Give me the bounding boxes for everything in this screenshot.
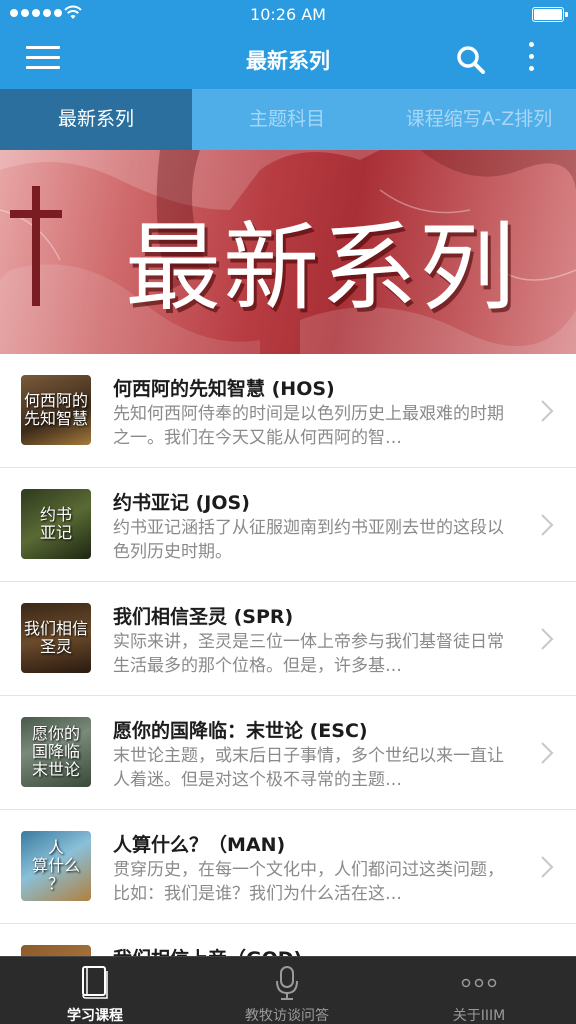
page-title: 最新系列 xyxy=(246,49,330,73)
course-title: 愿你的国降临：末世论 (ESC) xyxy=(113,720,368,742)
segment-tabs: 最新系列 主题科目 课程缩写A-Z排列 xyxy=(0,89,576,150)
bottom-tab-label: 关于IIIM xyxy=(452,1008,506,1024)
status-time: 10:26 AM xyxy=(250,5,326,24)
chevron-right-icon xyxy=(541,400,554,422)
course-thumbnail: 愿你的 国降临 末世论 xyxy=(21,717,91,787)
course-title: 我们相信上帝（GOD) xyxy=(113,944,302,956)
course-title: 人算什么？（MAN) xyxy=(113,834,286,856)
course-thumbnail: 我们相信 圣灵 xyxy=(21,603,91,673)
tab-a-z[interactable]: 课程缩写A-Z排列 xyxy=(382,89,576,150)
list-item[interactable]: 我们相信上帝（GOD) xyxy=(0,924,576,956)
chevron-right-icon xyxy=(541,514,554,536)
banner-title: 最新系列 xyxy=(125,212,517,324)
list-item[interactable]: 愿你的 国降临 末世论 愿你的国降临：末世论 (ESC) 末世论主题，或末后日子… xyxy=(0,696,576,810)
bottom-tab-label: 学习课程 xyxy=(67,1008,123,1024)
more-vertical-icon[interactable] xyxy=(522,42,540,76)
tab-latest-series[interactable]: 最新系列 xyxy=(0,89,192,150)
cross-icon xyxy=(32,186,40,306)
course-thumbnail: 人 算什么 ？ xyxy=(21,831,91,901)
course-description: 约书亚记涵括了从征服迦南到约书亚刚去世的这段以色列历史时期。 xyxy=(113,518,504,562)
course-thumbnail xyxy=(21,945,91,956)
bottom-tab-bar: 学习课程 教牧访谈问答 关于IIIM xyxy=(0,956,576,1024)
status-bar: 10:26 AM xyxy=(0,0,576,30)
search-icon[interactable] xyxy=(455,44,487,76)
list-item[interactable]: 何西阿的 先知智慧 何西阿的先知智慧 (HOS) 先知何西阿侍奉的时间是以色列历… xyxy=(0,354,576,468)
course-description: 实际来讲，圣灵是三位一体上帝参与我们基督徒日常生活最多的那个位格。但是，许多基… xyxy=(113,632,504,676)
list-item[interactable]: 我们相信 圣灵 我们相信圣灵 (SPR) 实际来讲，圣灵是三位一体上帝参与我们基… xyxy=(0,582,576,696)
course-description: 贯穿历史，在每一个文化中，人们都问过这类问题，比如：我们是谁？我们为什么活在这… xyxy=(113,860,504,904)
banner-image: 最新系列 xyxy=(0,150,576,354)
course-list: 何西阿的 先知智慧 何西阿的先知智慧 (HOS) 先知何西阿侍奉的时间是以色列历… xyxy=(0,354,576,956)
list-item[interactable]: 约书 亚记 约书亚记 (JOS) 约书亚记涵括了从征服迦南到约书亚刚去世的这段以… xyxy=(0,468,576,582)
chevron-right-icon xyxy=(541,628,554,650)
bottom-tab-label: 教牧访谈问答 xyxy=(245,1008,329,1024)
bottom-tab-about[interactable]: 关于IIIM xyxy=(414,957,544,1024)
course-thumbnail: 何西阿的 先知智慧 xyxy=(21,375,91,445)
bottom-tab-courses[interactable]: 学习课程 xyxy=(30,957,160,1024)
chevron-right-icon xyxy=(541,742,554,764)
course-title: 何西阿的先知智慧 (HOS) xyxy=(113,378,335,400)
thumbnail-text: 愿你的 国降临 末世论 xyxy=(31,724,80,779)
nav-bar: 最新系列 xyxy=(0,30,576,89)
tab-topics[interactable]: 主题科目 xyxy=(192,89,382,150)
thumbnail-text: 约书 亚记 xyxy=(39,505,72,542)
list-item[interactable]: 人 算什么 ？ 人算什么？（MAN) 贯穿历史，在每一个文化中，人们都问过这类问… xyxy=(0,810,576,924)
microphone-icon xyxy=(276,966,298,1000)
course-description: 先知何西阿侍奉的时间是以色列历史上最艰难的时期之一。我们在今天又能从何西阿的智… xyxy=(113,404,504,448)
chevron-right-icon xyxy=(541,856,554,878)
more-horizontal-icon xyxy=(461,978,497,988)
course-description: 末世论主题，或末后日子事情，多个世纪以来一直让人着迷。但是对这个极不寻常的主题… xyxy=(113,746,504,790)
book-icon xyxy=(82,966,108,999)
thumbnail-text: 何西阿的 先知智慧 xyxy=(23,391,88,428)
thumbnail-text: 我们相信 圣灵 xyxy=(23,619,88,656)
course-title: 约书亚记 (JOS) xyxy=(113,492,250,514)
bottom-tab-interviews[interactable]: 教牧访谈问答 xyxy=(222,957,352,1024)
thumbnail-text: 人 算什么 ？ xyxy=(31,838,80,893)
course-thumbnail: 约书 亚记 xyxy=(21,489,91,559)
battery-icon xyxy=(532,7,568,22)
course-title: 我们相信圣灵 (SPR) xyxy=(113,606,294,628)
